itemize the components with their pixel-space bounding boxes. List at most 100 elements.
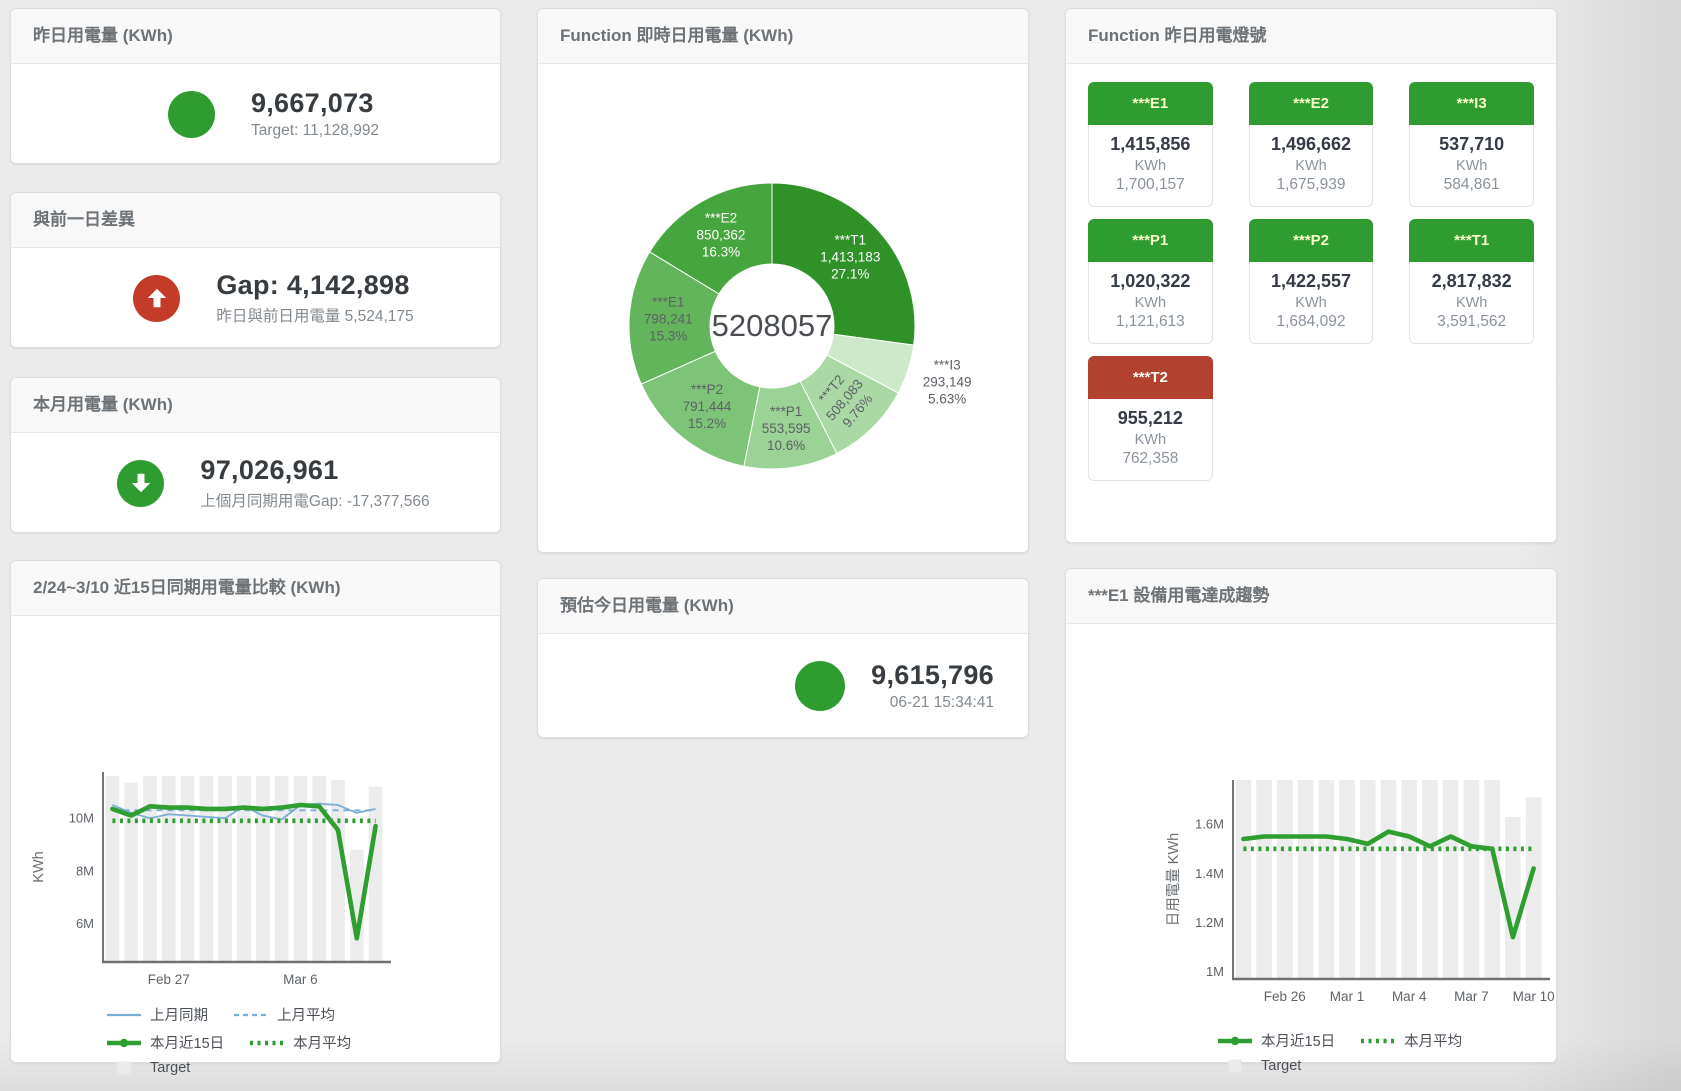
legend-label: Target: [1261, 1058, 1301, 1074]
legend-row: Target: [107, 1060, 500, 1076]
x-tick-label: Mar 7: [1454, 989, 1489, 1004]
compare-15d-chart[interactable]: 10M8M6MFeb 27Mar 6KWh: [11, 766, 500, 998]
card-month-title: 本月用電量 (KWh): [11, 378, 500, 433]
light-tile-name: ***I3: [1409, 82, 1534, 125]
legend-label: 本月近15日: [1261, 1030, 1335, 1051]
card-trend-title: ***E1 設備用電達成趨勢: [1066, 569, 1556, 624]
light-tile-unit: KWh: [1254, 295, 1369, 311]
light-tile-unit: KWh: [1254, 158, 1369, 174]
estimate-today-timestamp: 06-21 15:34:41: [871, 694, 994, 712]
card-yesterday-usage: 昨日用電量 (KWh) 9,667,073 Target: 11,128,992: [10, 8, 501, 164]
light-tile-value: 1,020,322: [1093, 271, 1208, 292]
y-tick-label: 1.6M: [1195, 817, 1224, 832]
arrow-up-icon: [133, 275, 180, 322]
legend-item-last-month-avg[interactable]: 上月平均: [234, 1004, 335, 1025]
x-tick-label: Mar 1: [1330, 989, 1365, 1004]
light-tile-value: 537,710: [1414, 134, 1529, 155]
light-tile-unit: KWh: [1093, 432, 1208, 448]
light-tile-name: ***E1: [1088, 82, 1213, 125]
x-tick-label: Mar 10: [1513, 989, 1555, 1004]
card-lights-title: Function 昨日用電燈號: [1066, 9, 1556, 64]
light-tile-name: ***T1: [1409, 219, 1534, 262]
y-tick-label: 8M: [76, 864, 94, 879]
compare-15d-legend: 上月同期 上月平均本月近15日 本月平均 Target: [107, 1004, 500, 1076]
light-tile-i3: ***I3 537,710 KWh 584,861: [1409, 82, 1534, 207]
legend-row: 本月近15日 本月平均: [107, 1032, 500, 1053]
legend-mark-thick-solid: [107, 1036, 141, 1050]
card-realtime-donut: Function 即時日用電量 (KWh) ***T11,413,18327.1…: [537, 8, 1029, 553]
light-tile-p2: ***P21,422,557KWh1,684,092: [1249, 219, 1374, 344]
legend-mark-thick-dotted: [250, 1036, 284, 1050]
light-tile-body: 1,415,856KWh1,700,157: [1088, 125, 1213, 207]
legend-item-target[interactable]: Target: [107, 1060, 190, 1076]
light-tile-name: ***E2: [1249, 82, 1374, 125]
light-tile-unit: KWh: [1414, 158, 1529, 174]
legend-mark-thick-solid: [1218, 1034, 1252, 1048]
donut-label-i3: ***I3293,1495.63%: [923, 357, 972, 406]
target-bars: [106, 776, 383, 962]
light-tile-secondary: 1,675,939: [1254, 176, 1369, 194]
light-tile-value: 1,422,557: [1254, 271, 1369, 292]
legend-label: 本月平均: [1404, 1030, 1462, 1051]
card-compare-15d: 2/24~3/10 近15日同期用電量比較 (KWh) 10M8M6MFeb 2…: [10, 560, 501, 1063]
e1-trend-legend: 本月近15日 本月平均 Target: [1218, 1030, 1556, 1074]
legend-item-this-month-15d[interactable]: 本月近15日: [1218, 1030, 1335, 1051]
legend-row: Target: [1218, 1058, 1556, 1074]
legend-label: 上月平均: [277, 1004, 335, 1025]
legend-item-this-month-avg[interactable]: 本月平均: [250, 1032, 351, 1053]
light-tile-secondary: 762,358: [1093, 450, 1208, 468]
legend-row: 上月同期 上月平均: [107, 1004, 500, 1025]
light-tile-body: 2,817,832KWh3,591,562: [1409, 262, 1534, 344]
light-tile-p1: ***P1 1,020,322 KWh 1,121,613: [1088, 219, 1213, 344]
donut-chart[interactable]: ***T11,413,18327.1%***I3293,1495.63%***T…: [538, 64, 1028, 549]
light-tile-value: 1,496,662: [1254, 134, 1369, 155]
card-diff-prev-day: 與前一日差異 Gap: 4,142,898 昨日與前日用電量 5,524,175: [10, 192, 501, 348]
y-tick-label: 10M: [69, 811, 94, 826]
month-usage-value: 97,026,961: [200, 455, 429, 486]
e1-trend-chart[interactable]: 1.6M1.4M1.2M1MFeb 26Mar 1Mar 4Mar 7Mar 1…: [1066, 774, 1556, 1024]
donut-center-total: 5208057: [712, 308, 833, 343]
legend-label: 本月近15日: [150, 1032, 224, 1053]
light-tile-value: 2,817,832: [1414, 271, 1529, 292]
y-tick-label: 1.2M: [1195, 915, 1224, 930]
light-tile-body: 537,710 KWh 584,861: [1409, 125, 1534, 207]
light-tile-unit: KWh: [1414, 295, 1529, 311]
x-tick-label: Feb 26: [1264, 989, 1306, 1004]
legend-mark-thick-dotted: [1361, 1034, 1395, 1048]
light-tile-name: ***P1: [1088, 219, 1213, 262]
light-tile-secondary: 1,700,157: [1093, 176, 1208, 194]
card-estimate-today: 預估今日用電量 (KWh) 9,615,796 06-21 15:34:41: [537, 578, 1029, 738]
light-tile-e2: ***E2 1,496,662 KWh 1,675,939: [1249, 82, 1374, 207]
card-month-usage: 本月用電量 (KWh) 97,026,961 上個月同期用電Gap: -17,3…: [10, 377, 501, 533]
light-tile-name: ***P2: [1249, 219, 1374, 262]
light-tile-body: 1,020,322 KWh 1,121,613: [1088, 262, 1213, 344]
diff-gap-value: Gap: 4,142,898: [216, 270, 413, 301]
x-tick-label: Feb 27: [148, 972, 190, 987]
legend-item-target[interactable]: Target: [1218, 1058, 1301, 1074]
legend-mark-square: [107, 1061, 141, 1075]
legend-mark-thin-solid: [107, 1008, 141, 1022]
status-circle-icon: [795, 661, 845, 711]
light-tile-unit: KWh: [1093, 295, 1208, 311]
diff-gap-subtext: 昨日與前日用電量 5,524,175: [216, 304, 413, 326]
legend-label: 上月同期: [150, 1004, 208, 1025]
legend-row: 本月近15日 本月平均: [1218, 1030, 1556, 1051]
card-diff-title: 與前一日差異: [11, 193, 500, 248]
legend-mark-thin-dashed: [234, 1008, 268, 1022]
y-axis-label: KWh: [31, 851, 47, 882]
yesterday-usage-value: 9,667,073: [251, 88, 379, 119]
lights-grid: ***E11,415,856KWh1,700,157 ***E2 1,496,662…: [1066, 64, 1556, 499]
legend-item-this-month-15d[interactable]: 本月近15日: [107, 1032, 224, 1053]
card-estimate-title: 預估今日用電量 (KWh): [538, 579, 1028, 634]
card-donut-title: Function 即時日用電量 (KWh): [538, 9, 1028, 64]
card-compare-title: 2/24~3/10 近15日同期用電量比較 (KWh): [11, 561, 500, 616]
target-bars: [1236, 780, 1542, 979]
light-tile-secondary: 1,121,613: [1093, 313, 1208, 331]
y-axis-label: 日用電量 KWh: [1166, 833, 1182, 926]
yesterday-usage-target: Target: 11,128,992: [251, 122, 379, 140]
legend-item-last-month-same[interactable]: 上月同期: [107, 1004, 208, 1025]
legend-item-this-month-avg[interactable]: 本月平均: [1361, 1030, 1462, 1051]
light-tile-value: 955,212: [1093, 408, 1208, 429]
x-tick-label: Mar 4: [1392, 989, 1427, 1004]
light-tile-secondary: 584,861: [1414, 176, 1529, 194]
